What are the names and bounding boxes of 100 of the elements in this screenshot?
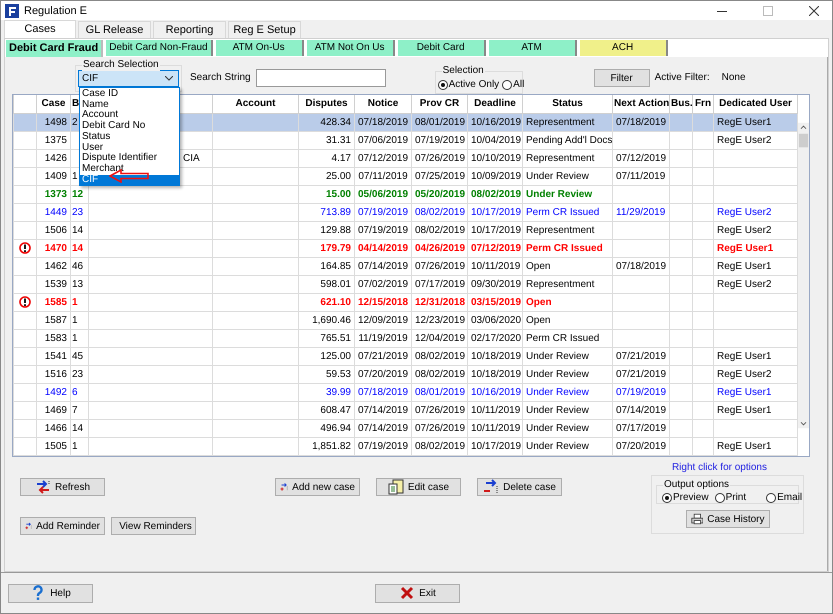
dropdown-item[interactable]: Account bbox=[80, 110, 179, 122]
table-cell: 1587 bbox=[44, 314, 67, 326]
add-case-button[interactable]: Add new case bbox=[275, 478, 360, 496]
table-cell: Under Review bbox=[526, 404, 589, 416]
table-cell: 59.53 bbox=[326, 368, 351, 380]
table-cell: 12/04/2019 bbox=[415, 332, 466, 344]
tab[interactable]: GL Release bbox=[78, 21, 151, 38]
table-cell: 428.34 bbox=[320, 116, 351, 128]
table-cell: 08/01/2019 bbox=[415, 386, 466, 398]
dropdown-item[interactable]: Debit Card No bbox=[80, 121, 179, 132]
table-cell: Under Review bbox=[526, 170, 589, 182]
help-button[interactable]: Help bbox=[8, 584, 93, 602]
case-history-button[interactable]: Case History bbox=[686, 510, 770, 528]
tab[interactable]: ACH bbox=[580, 40, 668, 56]
tab[interactable]: Debit Card Non-Fraud bbox=[106, 40, 213, 56]
table-cell: 07/19/2019 bbox=[358, 206, 408, 218]
radio-option[interactable]: Active Only bbox=[438, 79, 500, 90]
close-icon[interactable] bbox=[809, 6, 819, 16]
table-cell: 07/17/2019 bbox=[415, 278, 466, 290]
tab[interactable]: ATM bbox=[488, 40, 577, 56]
dropdown-item[interactable]: Merchant bbox=[80, 164, 179, 175]
exit-button[interactable]: Exit bbox=[375, 584, 460, 602]
table-cell: 14 bbox=[72, 242, 84, 254]
edit-case-button[interactable]: Edit case bbox=[376, 478, 461, 496]
table-cell: Representment bbox=[526, 224, 594, 236]
table-cell: Representment bbox=[526, 278, 594, 290]
table-cell: 1 bbox=[72, 314, 78, 326]
table-cell: 07/06/2019 bbox=[358, 134, 408, 146]
options-link[interactable]: Right click for options bbox=[672, 462, 767, 473]
group-label: Search Selection bbox=[82, 59, 160, 71]
table-cell: 129.88 bbox=[320, 224, 351, 236]
table-cell: 08/02/2019 bbox=[415, 206, 466, 218]
table-cell: 03/06/2020 bbox=[471, 314, 522, 326]
table-cell: 10/11/2019 bbox=[471, 404, 520, 416]
table-cell: 1469 bbox=[44, 404, 67, 416]
table-cell: 07/20/2019 bbox=[616, 440, 666, 452]
table-cell: 07/11/2019 bbox=[358, 170, 408, 182]
table-cell: 10/04/2019 bbox=[471, 134, 522, 146]
table-cell: 7 bbox=[72, 404, 78, 416]
table-cell: 45 bbox=[72, 350, 84, 362]
table-cell: 31.31 bbox=[326, 134, 351, 146]
table-cell: RegE User1 bbox=[717, 242, 774, 254]
table-cell: 14 bbox=[72, 224, 84, 236]
table-cell: 07/21/2019 bbox=[616, 350, 666, 362]
maximize-icon[interactable] bbox=[763, 6, 773, 16]
table-cell: Perm CR Issued bbox=[526, 206, 600, 218]
tab[interactable]: Debit Card Fraud bbox=[6, 40, 104, 57]
radio-option[interactable]: Preview bbox=[662, 492, 709, 503]
table-cell: Representment bbox=[526, 152, 594, 164]
radio-option[interactable]: Email bbox=[766, 492, 802, 503]
table-cell: 1462 bbox=[44, 260, 67, 272]
dropdown-item[interactable]: Dispute Identifier bbox=[80, 153, 179, 164]
search-string-field[interactable] bbox=[256, 69, 386, 87]
column-header: Prov CR bbox=[412, 95, 468, 113]
arrows-icon bbox=[483, 479, 500, 495]
delete-case-button[interactable]: Delete case bbox=[477, 478, 562, 496]
table-cell: 13 bbox=[72, 278, 84, 290]
tab[interactable]: ATM Not On Us bbox=[306, 40, 395, 56]
document-icon bbox=[388, 479, 404, 495]
tab[interactable]: Debit Card bbox=[398, 40, 486, 56]
table-cell: 07/11/2019 bbox=[616, 170, 666, 182]
table-cell: Under Review bbox=[526, 422, 589, 434]
tab[interactable]: Reporting bbox=[153, 21, 226, 38]
table-cell: 46 bbox=[72, 260, 84, 272]
table-cell: 10/16/2019 bbox=[471, 116, 522, 128]
dropdown-item[interactable]: CIF bbox=[80, 174, 179, 186]
table-cell: 1505 bbox=[44, 440, 67, 452]
dropdown-item[interactable]: User bbox=[80, 142, 179, 154]
column-header: Notice bbox=[354, 95, 412, 113]
filter-button[interactable]: Filter bbox=[594, 69, 650, 87]
table-cell: 621.10 bbox=[320, 296, 351, 308]
tab[interactable]: ATM On-Us bbox=[216, 40, 304, 56]
table-cell: 11/29/2019 bbox=[616, 206, 666, 218]
add-reminder-button[interactable]: Add Reminder bbox=[20, 517, 105, 535]
refresh-button[interactable]: Refresh bbox=[20, 478, 105, 496]
table-cell: 07/18/2019 bbox=[616, 116, 666, 128]
table-cell: 10/11/2019 bbox=[471, 260, 520, 272]
table-cell: Representment bbox=[526, 116, 594, 128]
close-icon bbox=[399, 585, 416, 601]
table-cell: 1541 bbox=[44, 350, 67, 362]
view-reminders-button[interactable]: View Reminders bbox=[111, 517, 196, 535]
table-cell: 07/21/2019 bbox=[358, 350, 408, 362]
table-cell: 12/31/2018 bbox=[415, 296, 466, 308]
table-cell: Pending Add'l Docs bbox=[526, 134, 612, 146]
table-cell: 12/09/2019 bbox=[358, 314, 408, 326]
table-cell: Under Review bbox=[526, 188, 592, 200]
radio-option[interactable]: All bbox=[502, 79, 524, 90]
table-cell: 07/19/2019 bbox=[616, 386, 666, 398]
table-cell: 07/14/2019 bbox=[358, 404, 408, 416]
radio-option[interactable]: Print bbox=[714, 492, 746, 503]
dropdown-item[interactable]: Status bbox=[80, 132, 179, 143]
table-cell: 08/01/2019 bbox=[415, 116, 466, 128]
table-cell: 10/18/2019 bbox=[471, 350, 522, 362]
table-cell: RegE User2 bbox=[717, 206, 772, 218]
table-cell: 07/26/2019 bbox=[415, 404, 466, 416]
search-selection-dropdown[interactable]: CIF bbox=[78, 70, 179, 87]
tab[interactable]: Reg E Setup bbox=[228, 21, 301, 38]
table-cell: 23 bbox=[72, 368, 84, 380]
window-title: Regulation E bbox=[24, 4, 87, 16]
tab[interactable]: Cases bbox=[4, 20, 76, 38]
